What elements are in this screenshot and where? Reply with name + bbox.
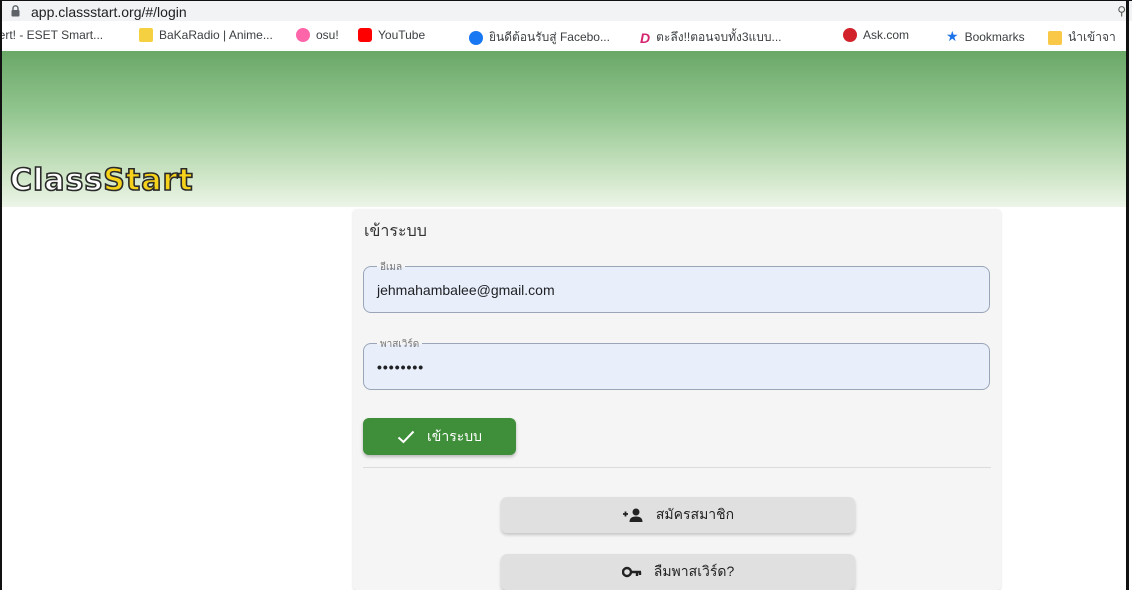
window-frame [0,0,1129,590]
